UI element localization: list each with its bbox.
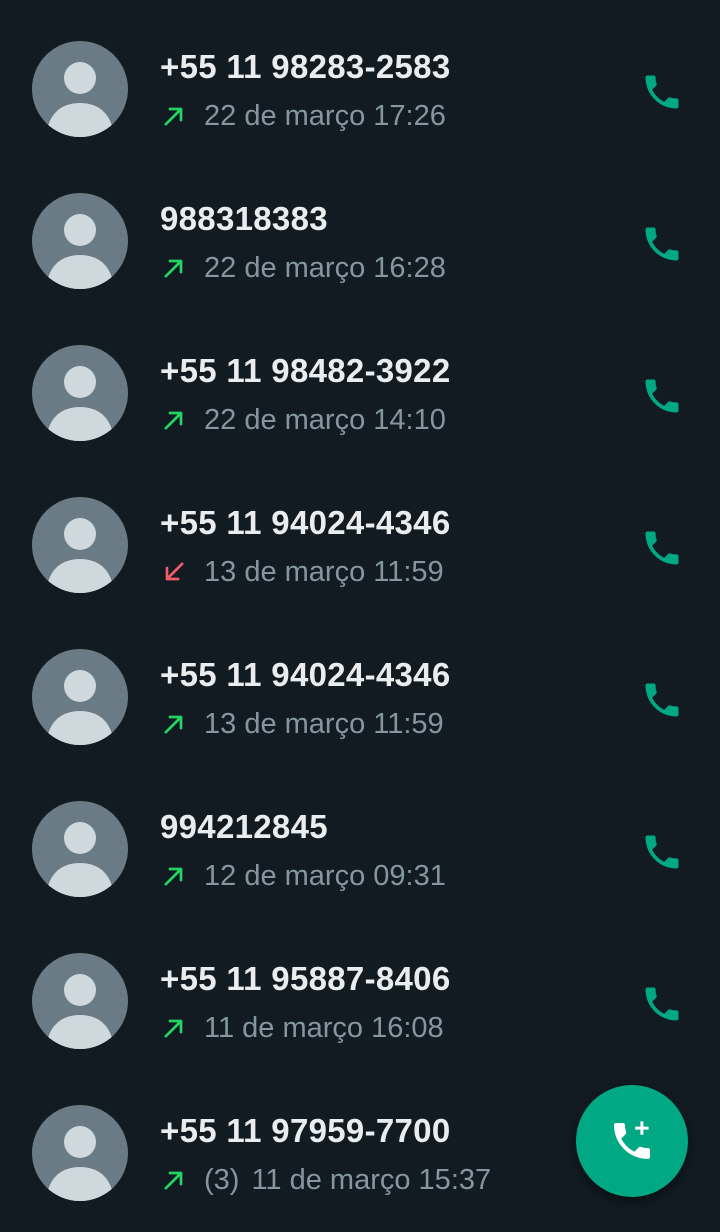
default-avatar-icon xyxy=(46,974,114,1049)
voice-call-button[interactable] xyxy=(634,524,690,572)
voice-call-button[interactable] xyxy=(634,828,690,876)
call-time: 13 de março 11:59 xyxy=(204,707,444,740)
call-log-row[interactable]: 994212845 12 de março 09:31 xyxy=(0,760,720,912)
call-details: 11 de março 16:08 xyxy=(160,1010,444,1046)
voice-call-button[interactable] xyxy=(634,220,690,268)
contact-avatar[interactable] xyxy=(32,1105,128,1201)
call-time: 11 de março 16:08 xyxy=(204,1011,444,1044)
outgoing-call-arrow-icon xyxy=(160,1166,188,1194)
default-avatar-icon xyxy=(46,822,114,897)
call-time: 22 de março 14:10 xyxy=(204,403,446,436)
call-details: 22 de março 14:10 xyxy=(160,402,446,438)
default-avatar-icon xyxy=(46,518,114,593)
contact-name: +55 11 95887-8406 xyxy=(160,960,451,997)
phone-icon xyxy=(645,835,679,869)
calls-screen: +55 11 98283-2583 22 de março 17:26 988318… xyxy=(0,0,720,1232)
outgoing-call-arrow-icon xyxy=(160,710,188,738)
outgoing-call-arrow-icon xyxy=(160,406,188,434)
default-avatar-icon xyxy=(46,366,114,441)
outgoing-call-arrow-icon xyxy=(160,102,188,130)
contact-avatar[interactable] xyxy=(32,497,128,593)
call-log-row[interactable]: 988318383 22 de março 16:28 xyxy=(0,152,720,304)
contact-name: +55 11 98283-2583 xyxy=(160,48,451,85)
call-time: 22 de março 17:26 xyxy=(204,99,446,132)
new-call-icon xyxy=(614,1121,650,1159)
contact-avatar[interactable] xyxy=(32,801,128,897)
contact-avatar[interactable] xyxy=(32,345,128,441)
phone-icon xyxy=(645,531,679,565)
voice-call-button[interactable] xyxy=(634,676,690,724)
contact-name: +55 11 94024-4346 xyxy=(160,656,451,693)
contact-name: 988318383 xyxy=(160,200,328,237)
call-log-row[interactable]: +55 11 94024-4346 13 de março 11:59 xyxy=(0,608,720,760)
call-log-list: +55 11 98283-2583 22 de março 17:26 988318… xyxy=(0,0,720,1216)
call-details: 13 de março 11:59 xyxy=(160,554,444,590)
phone-icon xyxy=(645,987,679,1021)
call-log-row[interactable]: +55 11 95887-8406 11 de março 16:08 xyxy=(0,912,720,1064)
voice-call-button[interactable] xyxy=(634,68,690,116)
call-details: 22 de março 17:26 xyxy=(160,98,446,134)
voice-call-button[interactable] xyxy=(634,980,690,1028)
call-time: 11 de março 15:37 xyxy=(251,1163,492,1196)
contact-avatar[interactable] xyxy=(32,649,128,745)
phone-icon xyxy=(645,75,679,109)
missed-call-arrow-icon xyxy=(160,558,188,586)
call-details: 12 de março 09:31 xyxy=(160,858,446,894)
contact-avatar[interactable] xyxy=(32,41,128,137)
outgoing-call-arrow-icon xyxy=(160,254,188,282)
call-time: 12 de março 09:31 xyxy=(204,859,446,892)
default-avatar-icon xyxy=(46,1126,114,1201)
call-details: 22 de março 16:28 xyxy=(160,250,446,286)
call-details: (3) 11 de março 15:37 xyxy=(160,1162,491,1198)
outgoing-call-arrow-icon xyxy=(160,1014,188,1042)
call-log-row[interactable]: +55 11 98482-3922 22 de março 14:10 xyxy=(0,304,720,456)
contact-avatar[interactable] xyxy=(32,193,128,289)
voice-call-button[interactable] xyxy=(634,372,690,420)
phone-icon xyxy=(645,227,679,261)
new-call-button[interactable] xyxy=(576,1085,688,1197)
phone-icon xyxy=(645,683,679,717)
contact-name: 994212845 xyxy=(160,808,328,845)
call-log-row[interactable]: +55 11 98283-2583 22 de março 17:26 xyxy=(0,0,720,152)
call-log-row[interactable]: +55 11 94024-4346 13 de março 11:59 xyxy=(0,456,720,608)
default-avatar-icon xyxy=(46,62,114,137)
outgoing-call-arrow-icon xyxy=(160,862,188,890)
phone-icon xyxy=(645,379,679,413)
default-avatar-icon xyxy=(46,670,114,745)
contact-name: +55 11 98482-3922 xyxy=(160,352,451,389)
call-details: 13 de março 11:59 xyxy=(160,706,444,742)
call-time: 13 de março 11:59 xyxy=(204,555,444,588)
default-avatar-icon xyxy=(46,214,114,289)
contact-name: +55 11 97959-7700 xyxy=(160,1112,451,1149)
contact-name: +55 11 94024-4346 xyxy=(160,504,451,541)
contact-avatar[interactable] xyxy=(32,953,128,1049)
call-time: 22 de março 16:28 xyxy=(204,251,446,284)
call-count: (3) xyxy=(204,1163,240,1196)
